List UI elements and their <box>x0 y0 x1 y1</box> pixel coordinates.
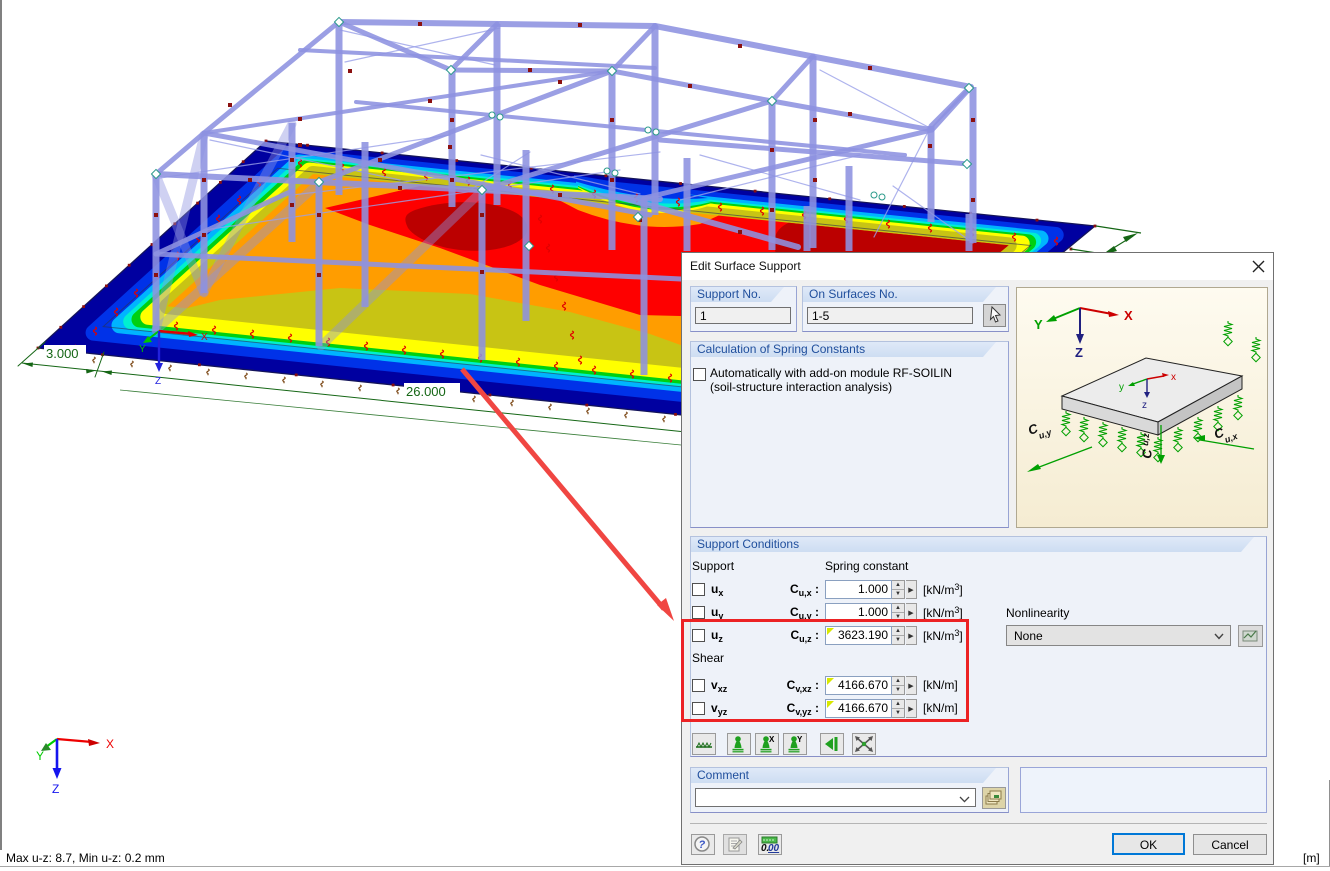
svg-text:3.000: 3.000 <box>46 346 79 361</box>
svg-text:X: X <box>201 332 208 343</box>
svg-text:Z: Z <box>52 782 59 796</box>
svg-text:Y: Y <box>139 344 146 355</box>
svg-text:00: 00 <box>768 843 780 854</box>
svg-text:C: C <box>1139 448 1155 459</box>
svg-text:Y: Y <box>1034 317 1043 332</box>
svg-text:X: X <box>106 737 114 751</box>
svg-text:Y: Y <box>36 749 44 763</box>
svg-text:X: X <box>1124 308 1133 323</box>
svg-text:Y: Y <box>797 735 803 744</box>
svg-text:Z: Z <box>1075 345 1083 360</box>
svg-text:y: y <box>1119 382 1124 393</box>
svg-text:u,x: u,x <box>1223 431 1240 445</box>
svg-text:?: ? <box>699 839 706 851</box>
svg-text:26.000: 26.000 <box>406 384 446 399</box>
svg-text:Z: Z <box>155 376 161 387</box>
svg-text:X: X <box>769 735 775 744</box>
svg-text:u,z: u,z <box>1140 432 1151 446</box>
svg-text:u,y: u,y <box>1037 427 1054 441</box>
svg-text:z: z <box>1142 400 1147 411</box>
svg-text:x: x <box>1171 372 1176 383</box>
